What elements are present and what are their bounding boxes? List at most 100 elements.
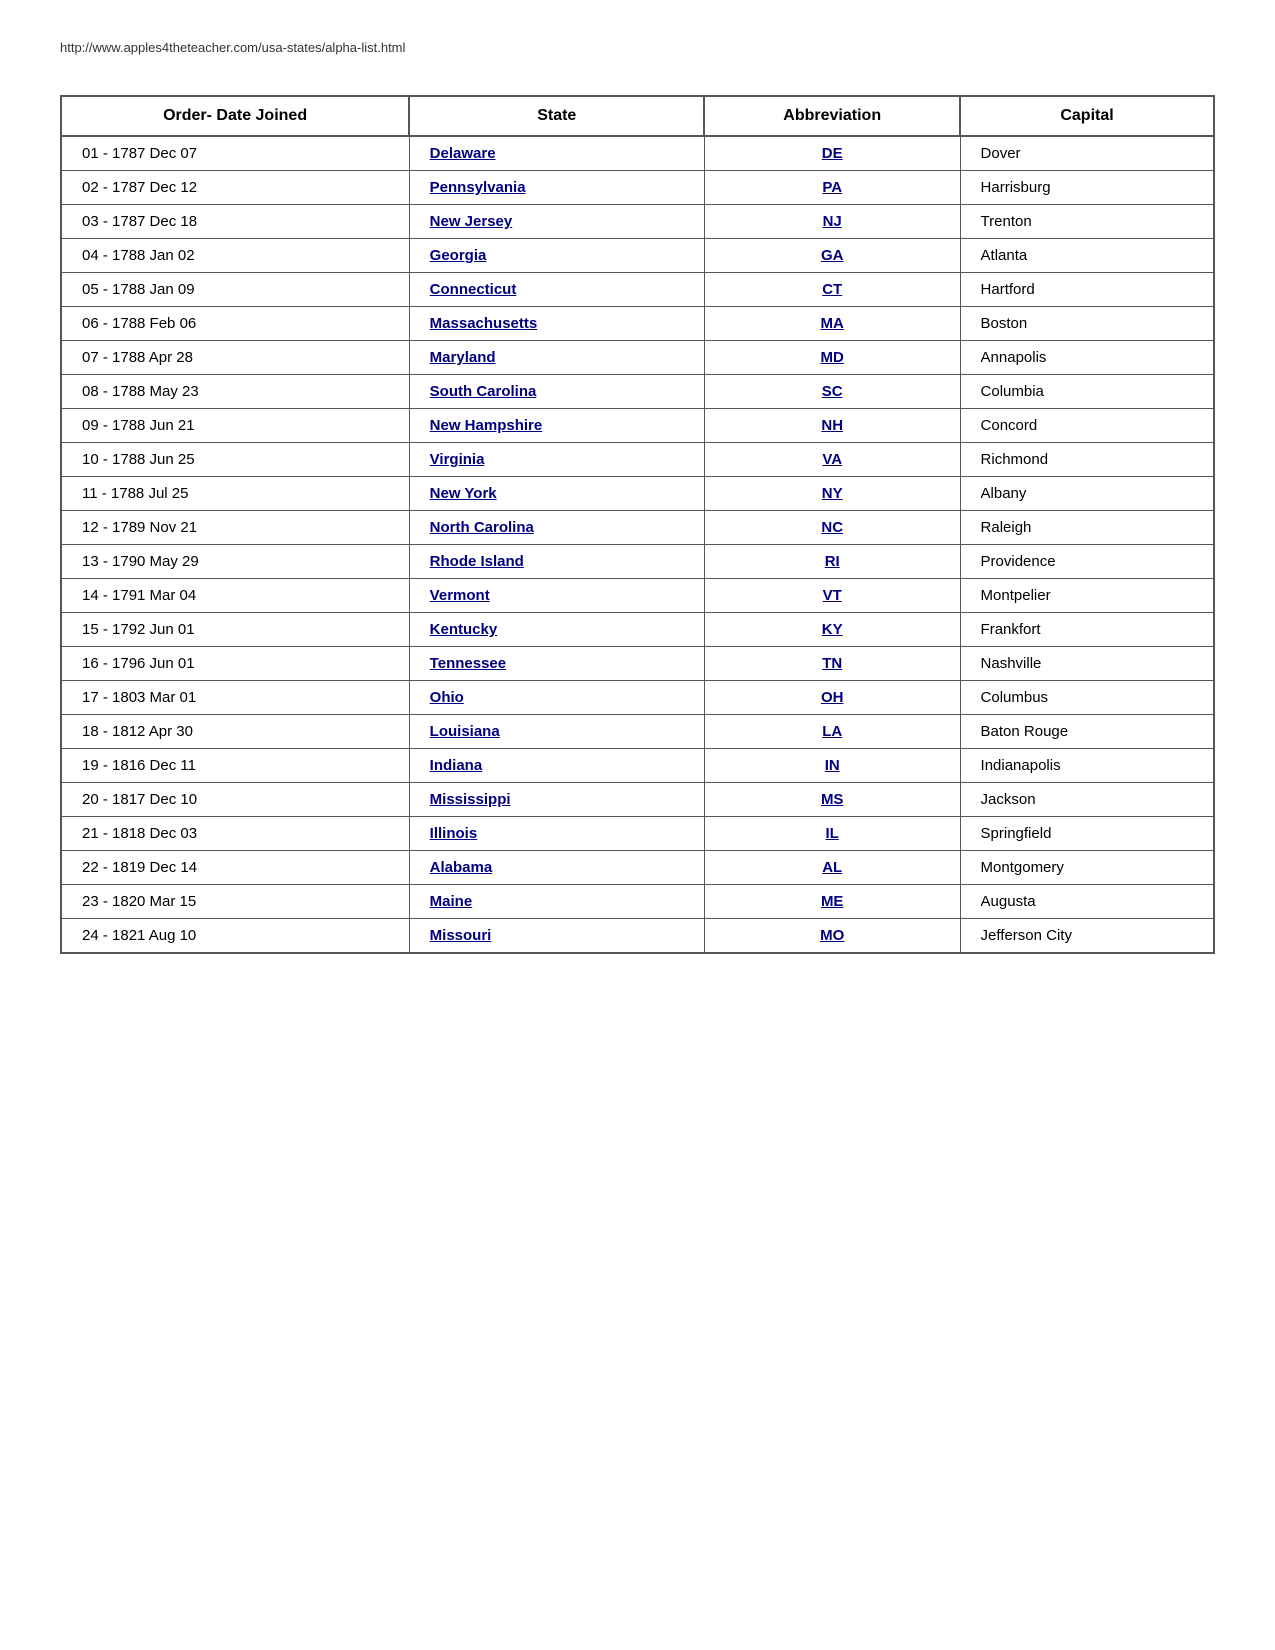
state-link[interactable]: Missouri (430, 927, 492, 944)
abbreviation-link[interactable]: IN (825, 757, 840, 774)
cell-state[interactable]: Missouri (409, 919, 704, 954)
cell-abbreviation[interactable]: GA (704, 239, 960, 273)
abbreviation-link[interactable]: VT (823, 587, 842, 604)
abbreviation-link[interactable]: NC (821, 519, 843, 536)
cell-state[interactable]: Louisiana (409, 715, 704, 749)
cell-state[interactable]: Maryland (409, 341, 704, 375)
state-link[interactable]: Kentucky (430, 621, 498, 638)
abbreviation-link[interactable]: DE (822, 145, 843, 162)
state-link[interactable]: Rhode Island (430, 553, 524, 570)
state-link[interactable]: Louisiana (430, 723, 500, 740)
abbreviation-link[interactable]: MD (821, 349, 844, 366)
cell-abbreviation[interactable]: MO (704, 919, 960, 954)
cell-abbreviation[interactable]: NJ (704, 205, 960, 239)
state-link[interactable]: New York (430, 485, 497, 502)
cell-abbreviation[interactable]: TN (704, 647, 960, 681)
state-link[interactable]: Illinois (430, 825, 478, 842)
cell-abbreviation[interactable]: KY (704, 613, 960, 647)
state-link[interactable]: New Jersey (430, 213, 513, 230)
cell-abbreviation[interactable]: PA (704, 171, 960, 205)
cell-state[interactable]: New York (409, 477, 704, 511)
cell-abbreviation[interactable]: VT (704, 579, 960, 613)
cell-state[interactable]: Mississippi (409, 783, 704, 817)
table-row: 07 - 1788 Apr 28MarylandMDAnnapolis (61, 341, 1214, 375)
cell-order: 06 - 1788 Feb 06 (61, 307, 409, 341)
cell-state[interactable]: Rhode Island (409, 545, 704, 579)
state-link[interactable]: Massachusetts (430, 315, 538, 332)
abbreviation-link[interactable]: TN (822, 655, 842, 672)
cell-state[interactable]: Massachusetts (409, 307, 704, 341)
abbreviation-link[interactable]: CT (822, 281, 842, 298)
abbreviation-link[interactable]: MS (821, 791, 844, 808)
cell-state[interactable]: New Hampshire (409, 409, 704, 443)
cell-state[interactable]: South Carolina (409, 375, 704, 409)
cell-state[interactable]: Georgia (409, 239, 704, 273)
cell-state[interactable]: Virginia (409, 443, 704, 477)
state-link[interactable]: Indiana (430, 757, 483, 774)
state-link[interactable]: South Carolina (430, 383, 537, 400)
abbreviation-link[interactable]: IL (826, 825, 839, 842)
state-link[interactable]: Mississippi (430, 791, 511, 808)
abbreviation-link[interactable]: VA (822, 451, 842, 468)
cell-abbreviation[interactable]: DE (704, 136, 960, 171)
cell-state[interactable]: Vermont (409, 579, 704, 613)
abbreviation-link[interactable]: KY (822, 621, 843, 638)
cell-state[interactable]: Delaware (409, 136, 704, 171)
cell-state[interactable]: Kentucky (409, 613, 704, 647)
state-link[interactable]: Alabama (430, 859, 493, 876)
state-link[interactable]: Connecticut (430, 281, 517, 298)
abbreviation-link[interactable]: NJ (823, 213, 842, 230)
cell-abbreviation[interactable]: IL (704, 817, 960, 851)
state-link[interactable]: Virginia (430, 451, 485, 468)
cell-state[interactable]: Illinois (409, 817, 704, 851)
cell-abbreviation[interactable]: IN (704, 749, 960, 783)
cell-abbreviation[interactable]: SC (704, 375, 960, 409)
state-link[interactable]: Tennessee (430, 655, 506, 672)
abbreviation-link[interactable]: NH (821, 417, 843, 434)
cell-state[interactable]: Tennessee (409, 647, 704, 681)
cell-abbreviation[interactable]: ME (704, 885, 960, 919)
abbreviation-link[interactable]: OH (821, 689, 844, 706)
cell-abbreviation[interactable]: MD (704, 341, 960, 375)
cell-abbreviation[interactable]: NY (704, 477, 960, 511)
cell-state[interactable]: Indiana (409, 749, 704, 783)
cell-capital: Frankfort (960, 613, 1214, 647)
abbreviation-link[interactable]: NY (822, 485, 843, 502)
state-link[interactable]: Maine (430, 893, 473, 910)
cell-state[interactable]: Pennsylvania (409, 171, 704, 205)
abbreviation-link[interactable]: SC (822, 383, 843, 400)
cell-abbreviation[interactable]: AL (704, 851, 960, 885)
cell-abbreviation[interactable]: NH (704, 409, 960, 443)
cell-abbreviation[interactable]: VA (704, 443, 960, 477)
cell-state[interactable]: New Jersey (409, 205, 704, 239)
abbreviation-link[interactable]: GA (821, 247, 844, 264)
abbreviation-link[interactable]: MA (821, 315, 844, 332)
cell-state[interactable]: Connecticut (409, 273, 704, 307)
cell-abbreviation[interactable]: MS (704, 783, 960, 817)
cell-state[interactable]: Alabama (409, 851, 704, 885)
cell-state[interactable]: Ohio (409, 681, 704, 715)
state-link[interactable]: Vermont (430, 587, 490, 604)
state-link[interactable]: Ohio (430, 689, 464, 706)
cell-state[interactable]: North Carolina (409, 511, 704, 545)
cell-abbreviation[interactable]: MA (704, 307, 960, 341)
state-link[interactable]: New Hampshire (430, 417, 543, 434)
cell-abbreviation[interactable]: CT (704, 273, 960, 307)
cell-abbreviation[interactable]: RI (704, 545, 960, 579)
state-link[interactable]: Georgia (430, 247, 487, 264)
state-link[interactable]: Maryland (430, 349, 496, 366)
abbreviation-link[interactable]: AL (822, 859, 842, 876)
cell-abbreviation[interactable]: OH (704, 681, 960, 715)
state-link[interactable]: Pennsylvania (430, 179, 526, 196)
table-row: 20 - 1817 Dec 10MississippiMSJackson (61, 783, 1214, 817)
state-link[interactable]: North Carolina (430, 519, 534, 536)
abbreviation-link[interactable]: RI (825, 553, 840, 570)
state-link[interactable]: Delaware (430, 145, 496, 162)
abbreviation-link[interactable]: PA (822, 179, 842, 196)
cell-state[interactable]: Maine (409, 885, 704, 919)
cell-abbreviation[interactable]: NC (704, 511, 960, 545)
abbreviation-link[interactable]: ME (821, 893, 844, 910)
abbreviation-link[interactable]: MO (820, 927, 844, 944)
abbreviation-link[interactable]: LA (822, 723, 842, 740)
cell-abbreviation[interactable]: LA (704, 715, 960, 749)
